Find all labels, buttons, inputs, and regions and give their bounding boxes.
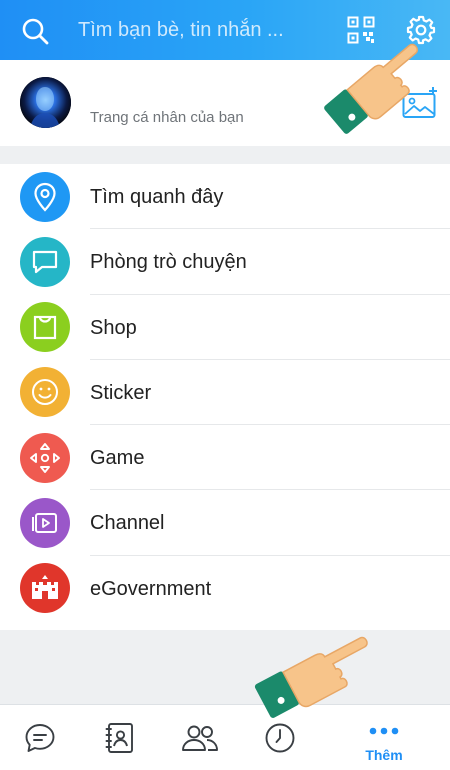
menu-item-nearby[interactable]: Tìm quanh đây <box>0 164 450 230</box>
menu-item-label: Phòng trò chuyện <box>90 251 247 274</box>
tab-more-label: Thêm <box>365 747 403 763</box>
menu-item-label: Game <box>90 447 145 470</box>
government-building-icon <box>20 563 70 614</box>
more-dots-icon <box>369 727 399 735</box>
location-pin-icon <box>20 171 70 222</box>
tab-contacts[interactable] <box>88 705 152 770</box>
menu-item-label: Shop <box>90 316 137 339</box>
menu-item-label: eGovernment <box>90 577 212 600</box>
people-icon <box>182 725 218 751</box>
chat-bubble-icon <box>25 724 55 752</box>
tab-groups[interactable] <box>168 705 232 770</box>
search-input[interactable]: Tìm bạn bè, tin nhắn ... <box>78 19 284 42</box>
shopping-bag-icon <box>20 302 70 353</box>
menu-item-shop[interactable]: Shop <box>0 295 450 360</box>
pointing-hand-icon <box>324 43 419 134</box>
menu-item-game[interactable]: Game <box>0 425 450 491</box>
chat-room-icon <box>20 236 70 287</box>
more-menu-list: Tìm quanh đây Phòng trò chuyện Shop Stic… <box>0 164 450 630</box>
menu-item-label: Tìm quanh đây <box>90 186 224 208</box>
menu-item-chat-rooms[interactable]: Phòng trò chuyện <box>0 229 450 295</box>
menu-item-channel[interactable]: Channel <box>0 490 450 556</box>
smiley-icon <box>20 367 70 418</box>
pointing-hand-icon <box>254 636 368 718</box>
menu-item-label: Sticker <box>90 381 152 404</box>
avatar[interactable] <box>20 77 71 128</box>
menu-item-egovernment[interactable]: eGovernment <box>0 556 450 621</box>
video-channel-icon <box>20 497 70 548</box>
menu-item-sticker[interactable]: Sticker <box>0 360 450 426</box>
menu-item-label: Channel <box>90 512 165 535</box>
gamepad-arrows-icon <box>20 432 70 483</box>
tab-messages[interactable] <box>8 705 72 770</box>
search-icon[interactable] <box>20 16 50 46</box>
profile-caption: Trang cá nhân của bạn <box>90 109 244 126</box>
contact-book-icon <box>105 723 133 753</box>
